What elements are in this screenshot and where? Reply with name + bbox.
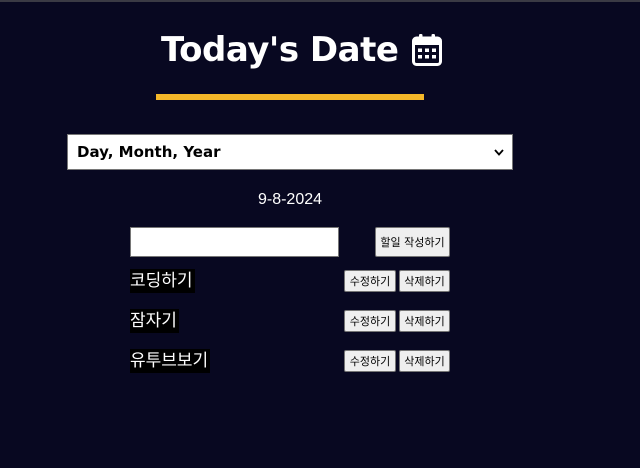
date-format-selected: Day, Month, Year bbox=[77, 143, 221, 161]
todo-text: 유투브보기 bbox=[130, 349, 211, 373]
current-date: 9-8-2024 bbox=[257, 191, 323, 208]
page-header: Today's Date bbox=[161, 28, 443, 72]
delete-button[interactable]: 삭제하기 bbox=[399, 350, 450, 372]
page: Today's Date Day, Month, Year 9-8-2024 할… bbox=[0, 0, 640, 468]
todo-text: 잠자기 bbox=[130, 309, 179, 333]
title-underline bbox=[156, 94, 424, 100]
todo-text: 코딩하기 bbox=[130, 269, 195, 293]
chevron-down-icon bbox=[494, 148, 504, 156]
edit-button[interactable]: 수정하기 bbox=[344, 270, 396, 292]
delete-button[interactable]: 삭제하기 bbox=[399, 310, 450, 332]
edit-button[interactable]: 수정하기 bbox=[344, 310, 396, 332]
todo-item: 잠자기 수정하기 삭제하기 bbox=[0, 309, 640, 333]
todo-item: 코딩하기 수정하기 삭제하기 bbox=[0, 269, 640, 293]
date-format-select[interactable]: Day, Month, Year bbox=[67, 134, 513, 170]
delete-button[interactable]: 삭제하기 bbox=[399, 270, 450, 292]
page-title: Today's Date bbox=[161, 30, 399, 70]
edit-button[interactable]: 수정하기 bbox=[344, 350, 396, 372]
calendar-icon bbox=[412, 34, 443, 66]
todo-item: 유투브보기 수정하기 삭제하기 bbox=[0, 349, 640, 373]
window-top-edge bbox=[0, 0, 640, 2]
add-todo-button[interactable]: 할일 작성하기 bbox=[375, 227, 450, 257]
todo-input[interactable] bbox=[130, 227, 339, 257]
